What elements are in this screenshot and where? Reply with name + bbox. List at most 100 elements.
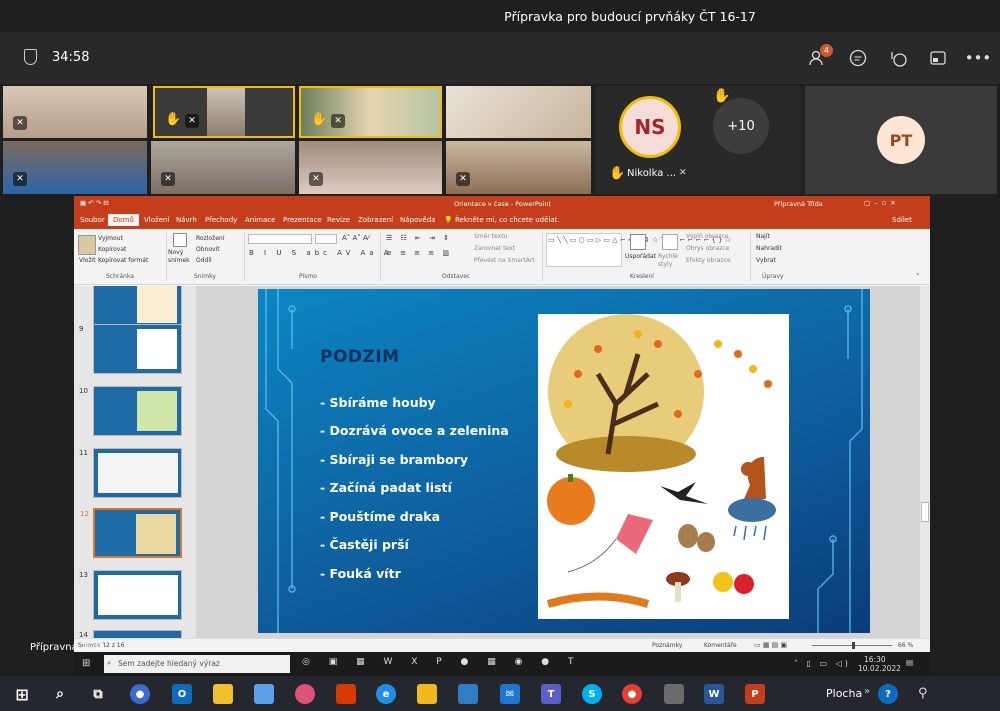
arrange-icon[interactable] [630,234,646,250]
cut-button[interactable]: Vyjmout [98,235,123,242]
find-button[interactable]: Najít [756,233,770,240]
more-participants[interactable]: +10 [713,98,769,154]
zoom-slider-thumb[interactable] [852,642,855,649]
copy-button[interactable]: Kopírovat [98,246,126,253]
video-tile[interactable]: ✕ [446,141,591,194]
tab-prechody[interactable]: Přechody [205,216,237,224]
font-name-box[interactable] [248,234,312,244]
chrome-icon[interactable]: ● [622,684,642,704]
more-options-button[interactable]: ••• [965,46,992,70]
slide-thumbnail[interactable]: 10 [79,386,182,436]
tab-prezentace[interactable]: Prezentace [283,216,322,224]
layout-button[interactable]: Rozložení [196,235,224,242]
file-explorer-icon[interactable] [213,684,233,704]
video-tile[interactable]: ✋ ✕ [153,86,295,138]
participant-tile-pt[interactable]: PT [805,86,997,194]
slide-bullet[interactable]: - Začíná padat listí [320,480,452,495]
font-size-box[interactable] [315,234,337,244]
video-tile[interactable]: ✕ [299,141,442,194]
list-icons[interactable]: ☰ ☷ ⇤ ⇥ ⇕ [386,234,452,242]
video-tile[interactable] [446,86,591,138]
windows-start-icon[interactable]: ⊞ [82,658,90,669]
view-button[interactable] [926,46,950,70]
slide-bullet[interactable]: - Pouštíme draka [320,509,440,524]
slide-canvas[interactable]: PODZIM - Sbíráme houby - Dozrává ovoce a… [258,289,870,633]
paint-icon[interactable] [295,684,315,704]
slide-thumbnail[interactable]: 13 [79,570,182,620]
tab-soubor[interactable]: Soubor [80,216,105,224]
edge-icon[interactable]: e [376,684,396,704]
skype-icon[interactable]: S [582,684,602,704]
tab-domu[interactable]: Domů [108,214,139,226]
slide-bullet[interactable]: - Dozrává ovoce a zelenina [320,423,509,438]
zoom-level[interactable]: 66 % [898,642,913,649]
replace-button[interactable]: Nahradit [756,245,782,252]
new-slide-icon[interactable] [173,233,187,247]
slide-scrollbar[interactable] [920,286,930,638]
slide-thumbnail[interactable]: 9 [79,324,182,374]
app-icon[interactable] [417,684,437,704]
arrange-button[interactable]: Uspořádat [625,253,656,260]
font-format-icons[interactable]: B I U S abc AV Aa A [249,249,393,257]
tab-navrh[interactable]: Návrh [176,216,197,224]
person-icon[interactable]: ⚲ [918,686,928,701]
slide-thumbnail[interactable]: 11 [79,448,182,498]
format-painter-button[interactable]: Kopírovat formát [98,257,148,264]
font-size-icons[interactable]: A˄ A˅ A⁄ [342,234,369,242]
tray-icons[interactable]: ˄ ▯ ▭ ◁) [794,659,851,668]
notes-button[interactable]: Poznámky [652,642,682,649]
slide-bullet[interactable]: - Sbíraji se brambory [320,452,468,467]
smartart-button[interactable]: Převést na SmartArt [474,257,535,264]
quick-styles-button[interactable]: Rychlé styly [658,253,682,269]
video-tile[interactable]: ✕ [3,141,147,194]
teams-icon[interactable]: T [541,684,561,704]
video-tile[interactable]: ✋ ✕ [299,86,442,138]
task-view-icon[interactable]: ⧉ [88,684,108,704]
chrome-app-icon[interactable]: ● [130,684,150,704]
help-icon[interactable]: ? [878,684,898,704]
tell-me-box[interactable]: Řekněte mi, co chcete udělat. [455,216,560,224]
tab-revize[interactable]: Revize [327,216,350,224]
new-slide-button[interactable]: Nový snímek [168,249,192,265]
paste-icon[interactable] [78,235,96,255]
store-icon[interactable] [664,684,684,704]
shape-effects-button[interactable]: Efekty obrazce [686,257,731,264]
notifications-icon[interactable]: ▤ [906,658,913,667]
video-tile[interactable]: ✕ [3,86,147,138]
shape-fill-button[interactable]: Výplň obrazce [686,233,728,240]
tab-napoveda[interactable]: Nápověda [400,216,435,224]
scroll-thumb[interactable] [921,502,929,522]
word-icon[interactable]: W [704,684,724,704]
window-controls[interactable]: ▢ – ▫ ✕ [864,199,896,207]
align-text-button[interactable]: Zarovnat text [474,245,515,252]
pinned-apps[interactable]: ◎ ▣ ▦ W X P ● ▦ ◉ ● T [302,657,582,667]
slide-thumbnail[interactable]: 14 [79,630,182,638]
shape-outline-button[interactable]: Obrys obrazce [686,245,729,252]
mail-app-icon[interactable] [254,684,274,704]
laptop-icon[interactable] [458,684,478,704]
chat-button[interactable] [846,46,870,70]
powerpoint-icon[interactable]: P [745,684,765,704]
chevron-up-icon[interactable]: » [864,686,870,697]
shapes-gallery[interactable]: ▭ ╲ ╲ ▭ ○ ▭ ▷ ▭ △ ⌐ ⌐ ⇒ ⇕ ☆ ⌒ ⌒ ⌐ ⌐ ⌐ ⌐ … [546,233,731,267]
paste-button[interactable]: Vložit [79,257,96,264]
search-box[interactable]: ⌕ Sem zadejte hledaný výraz [104,655,290,673]
slide-thumbnail-selected[interactable]: 12 [80,508,182,558]
reset-button[interactable]: Obnovit [196,246,220,253]
participant-tile-ns[interactable]: NS +10 ✋ ✋ Nikolka ... ✕ [595,86,801,194]
slide-bullet[interactable]: - Fouká vítr [320,566,401,581]
video-tile[interactable]: ✕ [151,141,295,194]
office-icon[interactable] [336,684,356,704]
align-icons[interactable]: ≡ ≡ ≡ ≡ ▥ [386,249,452,257]
autumn-illustration[interactable] [538,314,789,619]
outlook-icon[interactable]: O [172,684,192,704]
quick-styles-icon[interactable] [662,234,678,250]
windows-start-icon[interactable]: ⊞ [12,684,32,704]
tab-vlozeni[interactable]: Vložení [144,216,169,224]
comments-button[interactable]: Komentáře [704,642,737,649]
reactions-button[interactable] [886,46,910,70]
slide-thumbnail[interactable] [93,286,182,328]
share-button[interactable]: Sdílet [892,216,912,224]
select-button[interactable]: Vybrat [756,257,776,264]
slide-bullet[interactable]: - Sbíráme houby [320,395,436,410]
